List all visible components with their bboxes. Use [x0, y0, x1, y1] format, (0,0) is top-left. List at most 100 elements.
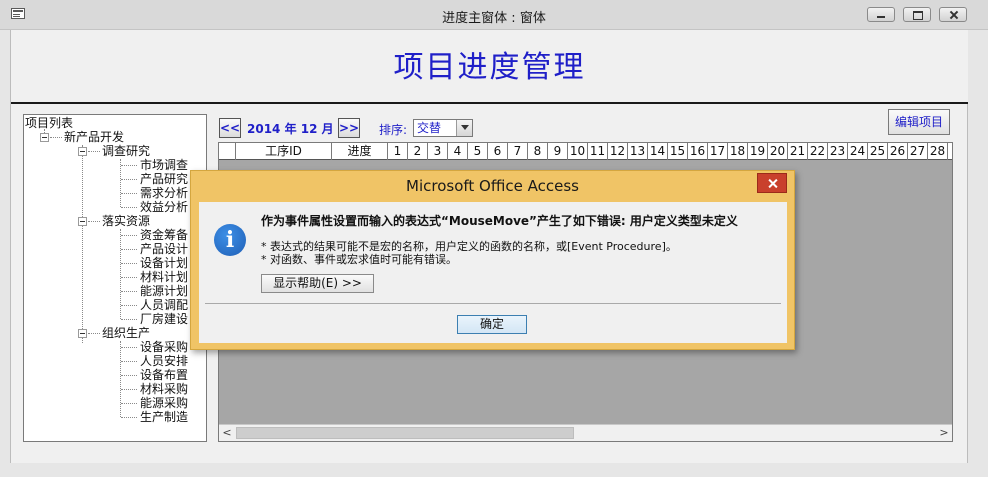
column-header-day[interactable]: 8 [528, 143, 548, 160]
sort-label: 排序: [379, 123, 408, 137]
tree-connector [121, 417, 137, 418]
show-help-button[interactable]: 显示帮助(E) >> [261, 274, 374, 293]
page-title: 项目进度管理 [393, 50, 586, 85]
collapse-icon[interactable] [78, 329, 87, 338]
tree-item[interactable]: 资金筹备 [140, 228, 188, 242]
column-header-day[interactable]: 7 [508, 143, 528, 160]
column-header-day[interactable]: 12 [608, 143, 628, 160]
sort-select[interactable]: 交替 [413, 119, 473, 137]
tree-item-new-product[interactable]: 新产品开发 [64, 130, 124, 144]
collapse-icon[interactable] [40, 133, 49, 142]
column-header-day[interactable]: 28 [928, 143, 948, 160]
tree-connector [121, 249, 137, 250]
tree-connector [121, 319, 137, 320]
tree-item-research[interactable]: 调查研究 [102, 144, 150, 158]
column-header-day[interactable]: 4 [448, 143, 468, 160]
horizontal-scrollbar[interactable]: < > [219, 424, 952, 441]
tree-item[interactable]: 设备布置 [140, 368, 188, 382]
error-dialog: Microsoft Office Access i 作为事件属性设置而输入的表达… [190, 170, 795, 350]
column-header-day[interactable]: 20 [768, 143, 788, 160]
column-header-day[interactable]: 6 [488, 143, 508, 160]
column-header-day[interactable]: 18 [728, 143, 748, 160]
close-icon[interactable] [939, 7, 967, 22]
column-header-day[interactable]: 3 [428, 143, 448, 160]
column-header-day[interactable]: 26 [888, 143, 908, 160]
column-header-progress[interactable]: 进度 [332, 143, 388, 160]
tree-connector [121, 389, 137, 390]
collapse-icon[interactable] [78, 217, 87, 226]
tree-item-resources[interactable]: 落实资源 [102, 214, 150, 228]
column-header-day[interactable]: 14 [648, 143, 668, 160]
column-header-day[interactable]: 13 [628, 143, 648, 160]
column-header-day[interactable]: 1 [388, 143, 408, 160]
column-header-day[interactable]: 9 [548, 143, 568, 160]
tree-connector [121, 375, 137, 376]
ok-button[interactable]: 确定 [457, 315, 527, 334]
tree-item[interactable]: 能源采购 [140, 396, 188, 410]
tree-connector [121, 277, 137, 278]
tree-connector [121, 207, 137, 208]
minimize-icon[interactable] [867, 7, 895, 22]
column-header-day[interactable]: 11 [588, 143, 608, 160]
column-header-day[interactable]: 16 [688, 143, 708, 160]
scroll-left-icon[interactable]: < [219, 425, 235, 441]
column-header-day[interactable]: 21 [788, 143, 808, 160]
dialog-divider [205, 303, 781, 304]
scrollbar-thumb[interactable] [236, 427, 574, 439]
tree-item[interactable]: 效益分析 [140, 200, 188, 214]
tree-connector [121, 403, 137, 404]
column-header-day[interactable]: 19 [748, 143, 768, 160]
tree-connector [88, 221, 100, 222]
scroll-right-icon[interactable]: > [936, 425, 952, 441]
column-header-day[interactable]: 17 [708, 143, 728, 160]
dialog-close-icon[interactable] [757, 173, 787, 193]
tree-item[interactable]: 产品设计 [140, 242, 188, 256]
column-header-day[interactable]: 22 [808, 143, 828, 160]
tree-connector [121, 235, 137, 236]
tree-item[interactable]: 人员安排 [140, 354, 188, 368]
project-tree[interactable]: 项目列表 新产品开发 调查研究 市场调查 产品研究 需求分析 效益分析 落实资源… [23, 114, 207, 442]
column-header-day[interactable]: 25 [868, 143, 888, 160]
tree-connector [121, 165, 137, 166]
column-header-day[interactable]: 27 [908, 143, 928, 160]
tree-item[interactable]: 产品研究 [140, 172, 188, 186]
tree-item[interactable]: 能源计划 [140, 284, 188, 298]
tree-item[interactable]: 厂房建设 [140, 312, 188, 326]
tree-item[interactable]: 生产制造 [140, 410, 188, 424]
tree-item[interactable]: 设备采购 [140, 340, 188, 354]
column-header-day[interactable]: 24 [848, 143, 868, 160]
chevron-down-icon[interactable] [456, 120, 472, 136]
tree-item[interactable]: 设备计划 [140, 256, 188, 270]
tree-connector [50, 137, 62, 138]
tree-connector [121, 305, 137, 306]
tree-item[interactable]: 人员调配 [140, 298, 188, 312]
column-header-day[interactable]: 5 [468, 143, 488, 160]
tree-item[interactable]: 材料计划 [140, 270, 188, 284]
restore-icon[interactable] [903, 7, 931, 22]
tree-item[interactable]: 需求分析 [140, 186, 188, 200]
edit-project-button[interactable]: 编辑项目 [888, 109, 950, 135]
tree-connector [120, 341, 121, 417]
info-icon: i [214, 224, 246, 256]
tree-item[interactable]: 市场调查 [140, 158, 188, 172]
tree-connector [120, 159, 121, 207]
tree-connector [121, 291, 137, 292]
column-header-day[interactable]: 2 [408, 143, 428, 160]
tree-connector [121, 263, 137, 264]
tree-item-production[interactable]: 组织生产 [102, 326, 150, 340]
column-header-day[interactable]: 23 [828, 143, 848, 160]
collapse-icon[interactable] [78, 147, 87, 156]
header-divider [11, 102, 968, 104]
column-header-day[interactable]: 10 [568, 143, 588, 160]
tree-root[interactable]: 项目列表 [25, 116, 73, 130]
tree-item[interactable]: 材料采购 [140, 382, 188, 396]
tree-connector [82, 145, 83, 343]
next-month-button[interactable]: >> [338, 118, 360, 138]
column-header-day[interactable]: 15 [668, 143, 688, 160]
prev-month-button[interactable]: << [219, 118, 241, 138]
sort-select-value: 交替 [417, 121, 442, 135]
tree-connector [121, 193, 137, 194]
grid-header: 工序ID 进度 1 2 3 4 5 6 7 8 9 10 11 12 13 14 15 16 17 18 19 20 2… [219, 143, 952, 160]
column-header-day[interactable]: 2 [948, 143, 952, 160]
column-header-id[interactable]: 工序ID [236, 143, 332, 160]
